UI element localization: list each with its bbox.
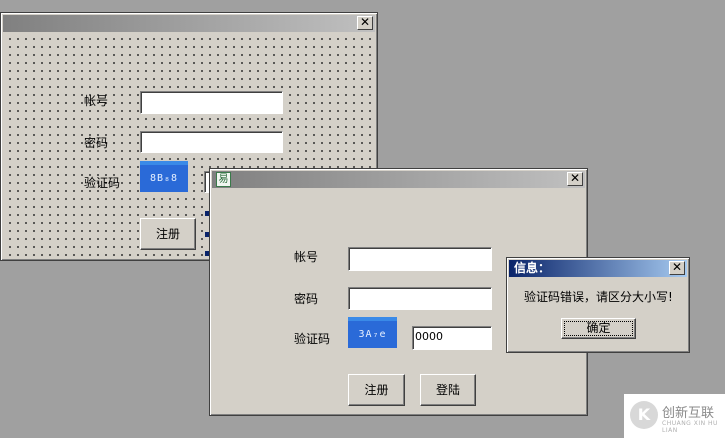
password-label: 密码 xyxy=(294,292,319,306)
message-close-button[interactable]: ✕ xyxy=(669,261,685,275)
designer-account-label: 帐号 xyxy=(84,94,109,108)
watermark-brand: 创新互联 xyxy=(662,406,715,421)
watermark-sub: CHUANG XIN HU LIAN xyxy=(662,420,718,434)
account-label: 帐号 xyxy=(294,250,319,264)
watermark-logo: K 创新互联 CHUANG XIN HU LIAN xyxy=(624,394,725,438)
account-input[interactable] xyxy=(348,247,492,271)
register-button[interactable]: 注册 xyxy=(348,374,405,406)
ok-button[interactable]: 确定 xyxy=(561,318,636,339)
designer-register-button[interactable]: 注册 xyxy=(140,218,196,250)
close-icon: ✕ xyxy=(671,260,683,274)
message-box: 信息： ✕ 验证码错误，请区分大小写! 确定 xyxy=(506,257,690,353)
message-text: 验证码错误，请区分大小写! xyxy=(524,290,673,304)
brand-logo-icon: K xyxy=(630,401,658,429)
close-icon: ✕ xyxy=(569,171,581,185)
captcha-image[interactable]: 3A₇e xyxy=(348,317,397,348)
captcha-text: 3A₇e xyxy=(358,329,387,340)
captcha-input[interactable]: 0000 xyxy=(412,326,492,350)
login-button[interactable]: 登陆 xyxy=(420,374,476,406)
designer-close-button[interactable]: ✕ xyxy=(357,16,373,30)
designer-captcha-image[interactable]: 8B₈8 xyxy=(140,161,188,192)
app-icon: 易 xyxy=(216,172,231,187)
designer-captcha-text: 8B₈8 xyxy=(149,173,179,184)
designer-window-titlebar[interactable]: ✕ xyxy=(3,15,375,32)
close-icon: ✕ xyxy=(359,15,371,29)
password-input[interactable] xyxy=(348,287,492,310)
register-label: 注册 xyxy=(364,383,389,397)
message-box-title: 信息： xyxy=(514,261,551,275)
message-box-titlebar[interactable]: 信息： ✕ xyxy=(509,260,687,277)
ok-label: 确定 xyxy=(586,321,611,335)
login-window-titlebar[interactable]: 易 ✕ xyxy=(212,171,585,188)
login-label: 登陆 xyxy=(435,383,460,397)
designer-account-input[interactable] xyxy=(140,91,283,114)
captcha-label: 验证码 xyxy=(294,332,331,346)
designer-password-input[interactable] xyxy=(140,131,283,153)
designer-register-label: 注册 xyxy=(155,227,180,241)
login-close-button[interactable]: ✕ xyxy=(567,172,583,186)
designer-captcha-label: 验证码 xyxy=(84,176,121,190)
designer-password-label: 密码 xyxy=(84,136,109,150)
